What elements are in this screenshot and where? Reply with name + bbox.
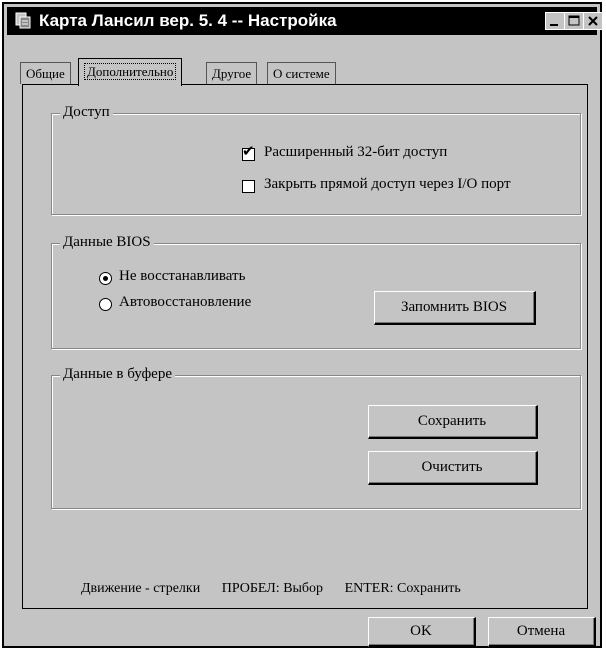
close-button[interactable] [583,12,603,30]
close-io-label: Закрыть прямой доступ через I/O порт [264,176,511,192]
auto-restore-label: Автовосстановление [119,294,252,310]
maximize-button[interactable] [564,12,584,30]
hint-move: Движение - стрелки [81,581,201,596]
save-button[interactable]: Сохранить [368,405,538,439]
remember-bios-label: Запомнить BIOS [375,292,534,323]
bios-group: Данные BIOS Не восстанавливать Автовосст… [51,234,581,349]
tab-advanced[interactable]: Дополнительно [78,58,183,86]
radio-selected-dot [103,276,108,281]
clear-button-label: Очистить [369,452,536,483]
tab-other[interactable]: Другое [206,62,258,84]
window-title: Карта Лансил вер. 5. 4 -- Настройка [39,11,337,30]
ext32-label: Расширенный 32-бит доступ [264,144,448,160]
ext32-checkbox[interactable]: ✔ [242,144,255,161]
buffer-group: Данные в буфере Сохранить Очистить [51,366,581,509]
hint-enter: ENTER: Сохранить [344,581,461,596]
minimize-icon [550,24,558,26]
checkmark-icon: ✔ [242,144,255,160]
tab-advanced-label: Дополнительно [84,63,177,80]
no-restore-radio[interactable] [99,272,112,285]
buffer-group-legend: Данные в буфере [60,366,175,383]
bios-group-legend: Данные BIOS [60,234,154,251]
settings-dialog: Карта Лансил вер. 5. 4 -- Настройка Общи… [2,2,603,648]
keyboard-hints: Движение - стрелки ПРОБЕЛ: Выбор ENTER: … [81,581,479,597]
title-bar[interactable]: Карта Лансил вер. 5. 4 -- Настройка [7,7,603,35]
remember-bios-button[interactable]: Запомнить BIOS [374,291,536,325]
ok-button-label: OK [369,618,474,645]
tab-panel-advanced: Доступ ✔ Расширенный 32-бит доступ Закры… [22,84,588,609]
close-io-checkbox[interactable] [242,180,255,193]
tab-about-system[interactable]: О системе [267,62,336,84]
clear-button[interactable]: Очистить [368,451,538,485]
maximize-icon [568,15,580,26]
cancel-button-label: Отмена [489,618,594,645]
close-icon [588,16,598,26]
app-icon [15,12,31,29]
access-group: Доступ ✔ Расширенный 32-бит доступ Закры… [51,104,581,215]
save-button-label: Сохранить [369,406,536,437]
tab-general[interactable]: Общие [20,62,71,84]
ok-button[interactable]: OK [368,617,476,647]
hint-space: ПРОБЕЛ: Выбор [221,581,324,596]
access-group-legend: Доступ [60,104,113,121]
no-restore-label: Не восстанавливать [119,268,246,284]
auto-restore-radio[interactable] [99,298,112,311]
cancel-button[interactable]: Отмена [488,617,596,647]
minimize-button[interactable] [545,12,565,30]
